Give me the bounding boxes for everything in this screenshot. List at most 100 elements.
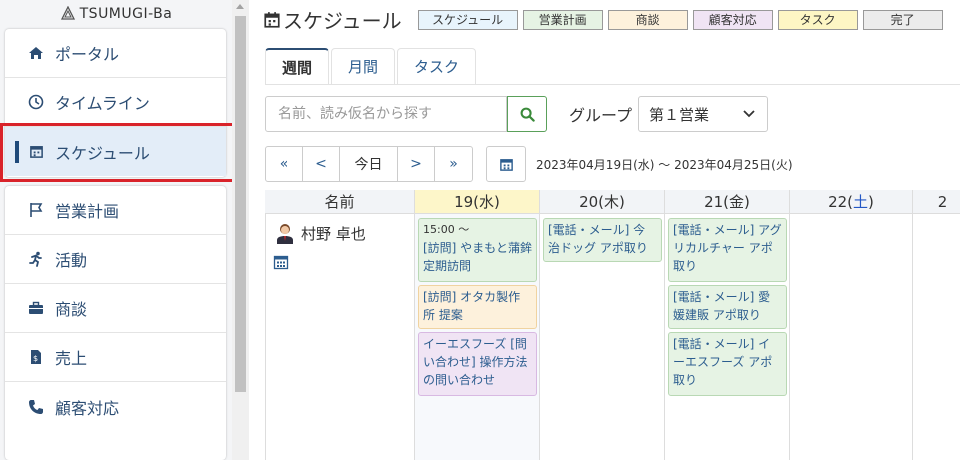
legend-schedule: スケジュール [417, 9, 518, 30]
person-name: 村野 卓也 [301, 224, 366, 243]
date-navigation: « < 今日 > » 2023年04月19日(水) ～ 2023年04月25日(… [265, 146, 793, 182]
group-select[interactable]: 第１営業 [638, 96, 769, 132]
sidebar: TSUMUGI-Ba ポータル タイムライン スケジュール 営業計画 活動 商談… [0, 0, 236, 460]
saturday-label: 土 [853, 193, 869, 211]
today-button[interactable]: 今日 [340, 147, 398, 181]
chevron-down-icon [743, 110, 755, 118]
phone-icon [27, 398, 45, 416]
grid-header-day: 22(土) [790, 190, 913, 214]
sidebar-item-label: 売上 [55, 349, 88, 368]
sidebar-item-label: タイムライン [55, 94, 150, 113]
day-column-wed[interactable]: 15:00 ～ [訪問] やまもと蒲鉾 定期訪問 [訪問] オタカ製作所 提案 … [415, 214, 540, 460]
schedule-event[interactable]: [電話・メール] 今治ドッグ アポ取り [543, 218, 662, 262]
grid-header-day: 21(金) [665, 190, 790, 214]
active-indicator [15, 140, 19, 163]
day-column-thu[interactable]: [電話・メール] 今治ドッグ アポ取り [540, 214, 665, 460]
avatar [277, 224, 293, 244]
grid-header-day: 19(水) [415, 190, 540, 214]
calendar-icon [273, 255, 289, 270]
briefcase-icon [27, 299, 45, 317]
event-title: [電話・メール] 今治ドッグ アポ取り [548, 223, 648, 255]
schedule-event[interactable]: [電話・メール] 愛媛建販 アポ取り [668, 285, 787, 329]
invoice-icon: $ [27, 348, 45, 366]
sidebar-nav-main: ポータル タイムライン スケジュール [5, 29, 226, 177]
schedule-event[interactable]: 15:00 ～ [訪問] やまもと蒲鉾 定期訪問 [418, 218, 537, 282]
grid-header-day: 20(木) [540, 190, 665, 214]
person-calendar-button[interactable] [273, 254, 289, 274]
schedule-event[interactable]: [電話・メール] イーエスフーズ アポ取り [668, 332, 787, 396]
grid-header-name: 名前 [265, 190, 415, 214]
schedule-event[interactable]: イーエスフーズ [問い合わせ] 操作方法の問い合わせ [418, 332, 537, 396]
legend-deal: 商談 [607, 9, 688, 30]
event-title: イーエスフーズ [問い合わせ] 操作方法の問い合わせ [423, 337, 528, 387]
svg-text:$: $ [33, 354, 38, 363]
sidebar-item-timeline[interactable]: タイムライン [5, 78, 226, 127]
sidebar-item-portal[interactable]: ポータル [5, 29, 226, 78]
sidebar-item-activity[interactable]: 活動 [5, 235, 226, 284]
tab-tasks[interactable]: タスク [397, 48, 477, 84]
scrollbar-thumb[interactable] [235, 16, 246, 392]
date-range: 2023年04月19日(水) ～ 2023年04月25日(火) [536, 157, 793, 172]
sidebar-item-label: 顧客対応 [55, 398, 120, 418]
sidebar-item-schedule[interactable]: スケジュール [5, 127, 226, 176]
search-icon [520, 107, 535, 122]
header: スケジュール スケジュール 営業計画 商談 顧客対応 タスク 完了 [263, 5, 943, 34]
day-column-sat[interactable] [790, 214, 913, 460]
event-title: [訪問] やまもと蒲鉾 定期訪問 [423, 241, 532, 273]
running-icon [27, 250, 45, 268]
search-button[interactable] [507, 96, 547, 132]
tabs-divider [265, 84, 960, 85]
sidebar-scrollbar[interactable] [232, 0, 249, 460]
legend: スケジュール 営業計画 商談 顧客対応 タスク 完了 [417, 9, 943, 30]
prev-week-button[interactable]: < [303, 147, 340, 181]
sidebar-item-label: 活動 [55, 251, 88, 270]
page-title: スケジュール [263, 5, 402, 34]
logo-text: TSUMUGI-Ba [79, 6, 173, 22]
sidebar-item-label: 商談 [55, 300, 88, 319]
view-tabs: 週間 月間 タスク [265, 48, 478, 84]
sidebar-item-sales[interactable]: $ 売上 [5, 333, 226, 382]
schedule-event[interactable]: [訪問] オタカ製作所 提案 [418, 285, 537, 329]
clock-icon [27, 93, 45, 111]
search-input[interactable] [265, 96, 507, 132]
tab-weekly[interactable]: 週間 [265, 48, 330, 84]
day-column-fri[interactable]: [電話・メール] アグリカルチャー アポ取り [電話・メール] 愛媛建販 アポ取… [665, 214, 790, 460]
app-logo[interactable]: TSUMUGI-Ba [0, 0, 232, 28]
schedule-event[interactable]: [電話・メール] アグリカルチャー アポ取り [668, 218, 787, 282]
scroll-up-arrow-icon[interactable] [236, 4, 244, 9]
prev-two-weeks-button[interactable]: « [266, 147, 303, 181]
legend-sales-plan: 営業計画 [522, 9, 603, 30]
event-title: [電話・メール] イーエスフーズ アポ取り [673, 337, 773, 387]
flag-icon [27, 201, 45, 219]
calendar-icon [27, 143, 45, 161]
next-two-weeks-button[interactable]: » [435, 147, 472, 181]
date-picker-button[interactable] [486, 146, 526, 182]
group-label: グループ [569, 106, 633, 125]
sidebar-item-deals[interactable]: 商談 [5, 284, 226, 333]
day-column-next[interactable] [913, 214, 960, 460]
event-time: 15:00 ～ [423, 223, 470, 236]
legend-customer-support: 顧客対応 [692, 9, 773, 30]
page-title-text: スケジュール [283, 9, 402, 33]
next-week-button[interactable]: > [398, 147, 435, 181]
sidebar-item-customer-support[interactable]: 顧客対応 [5, 382, 226, 431]
day-number: 22( [828, 192, 854, 211]
week-pager: « < 今日 > » [265, 146, 473, 182]
person-row[interactable]: 村野 卓也 [275, 222, 366, 244]
sidebar-nav-sales: 営業計画 活動 商談 $ 売上 顧客対応 [5, 186, 226, 460]
sidebar-item-label: 営業計画 [55, 202, 120, 221]
day-suffix: ) [868, 192, 874, 211]
event-title: [電話・メール] 愛媛建販 アポ取り [673, 290, 771, 322]
sidebar-item-sales-plan[interactable]: 営業計画 [5, 186, 226, 235]
calendar-icon [499, 158, 513, 171]
tab-monthly[interactable]: 月間 [331, 48, 396, 84]
calendar-icon [264, 11, 280, 28]
sidebar-item-label: スケジュール [55, 143, 150, 163]
event-title: [電話・メール] アグリカルチャー アポ取り [673, 223, 782, 273]
legend-done: 完了 [862, 9, 943, 30]
grid-header-day: 2 [913, 190, 960, 214]
event-title: [訪問] オタカ製作所 提案 [423, 290, 521, 322]
group-select-value: 第１営業 [649, 105, 710, 124]
main-content: スケジュール スケジュール 営業計画 商談 顧客対応 タスク 完了 週間 月間 … [255, 0, 960, 460]
sidebar-item-label: ポータル [55, 45, 120, 64]
